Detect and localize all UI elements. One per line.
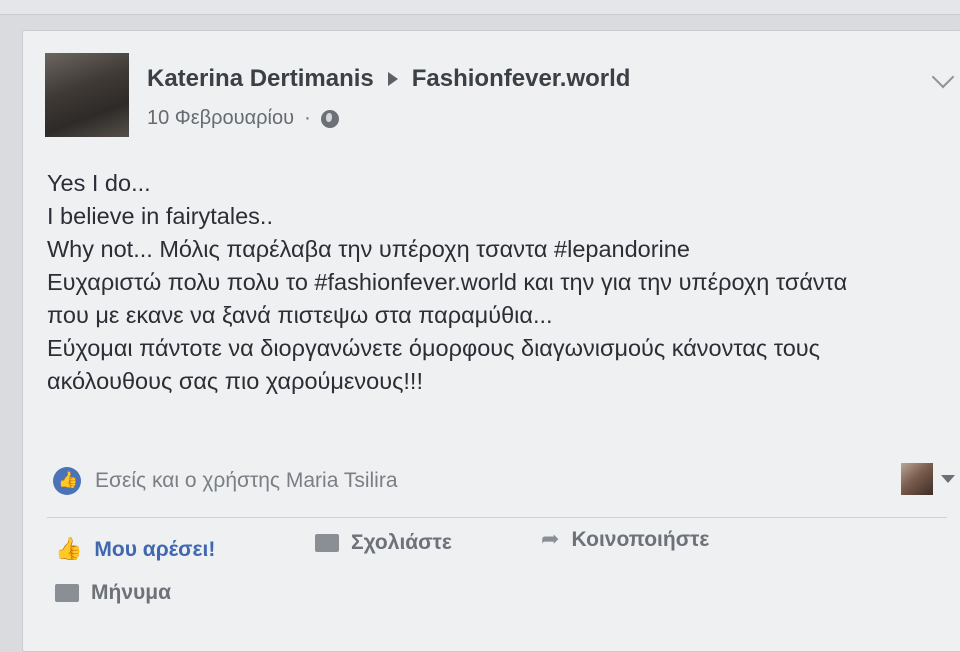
top-strip [0, 0, 960, 15]
meta-separator: · [304, 107, 311, 129]
post-header: Katerina Dertimanis Fashionfever.world [147, 65, 630, 93]
comment-icon [315, 534, 339, 552]
caret-down-icon[interactable] [941, 475, 955, 483]
reactions-summary: Εσείς και ο χρήστης Maria Tsilira [53, 463, 955, 499]
author-avatar[interactable] [45, 53, 129, 137]
target-page-link[interactable]: Fashionfever.world [412, 65, 631, 92]
post-line: I believe in fairytales.. [47, 203, 273, 229]
like-circle-icon [53, 467, 81, 495]
post-body: Yes I do... I believe in fairytales.. Wh… [47, 167, 947, 398]
share-label: Κοινοποιήστε [571, 527, 710, 551]
reactor-avatar[interactable] [901, 463, 933, 495]
post-line: ακόλουθους σας πιο χαρούμενους!!! [47, 368, 423, 394]
post-line: Why not... Μόλις παρέλαβα την υπέροχη τσ… [47, 236, 690, 262]
message-label: Μήνυμα [91, 581, 171, 604]
like-button[interactable]: 👍 Μου αρέσει! [55, 537, 215, 562]
arrow-right-icon [387, 71, 398, 86]
share-arrow-icon: ➦ [541, 527, 560, 552]
post-line: Εύχομαι πάντοτε να διοργανώνετε όμορφους… [47, 335, 820, 361]
like-label: Μου αρέσει! [94, 537, 216, 561]
post-date-link[interactable]: 10 Φεβρουαρίου [147, 107, 294, 129]
author-name-link[interactable]: Katerina Dertimanis [147, 65, 374, 92]
message-icon [55, 584, 79, 602]
reactions-text[interactable]: Εσείς και ο χρήστης Maria Tsilira [95, 469, 398, 493]
share-button[interactable]: ➦ Κοινοποιήστε [541, 527, 709, 552]
globe-icon[interactable] [320, 109, 339, 128]
divider [47, 517, 947, 518]
thumbs-up-icon: 👍 [55, 537, 83, 562]
post-card: Katerina Dertimanis Fashionfever.world 10… [22, 30, 960, 652]
chevron-down-icon[interactable] [931, 65, 955, 89]
comment-button[interactable]: Σχολιάστε [315, 531, 452, 555]
post-meta: 10 Φεβρουαρίου · [147, 107, 339, 130]
post-line: που με εκανε να ξανά πιστεψω στα παραμύθ… [47, 302, 553, 328]
post-line: Yes I do... [47, 170, 151, 196]
comment-label: Σχολιάστε [351, 531, 452, 554]
message-button[interactable]: Μήνυμα [55, 581, 171, 605]
post-line: Ευχαριστώ πολυ πολυ το #fashionfever.wor… [47, 269, 848, 295]
